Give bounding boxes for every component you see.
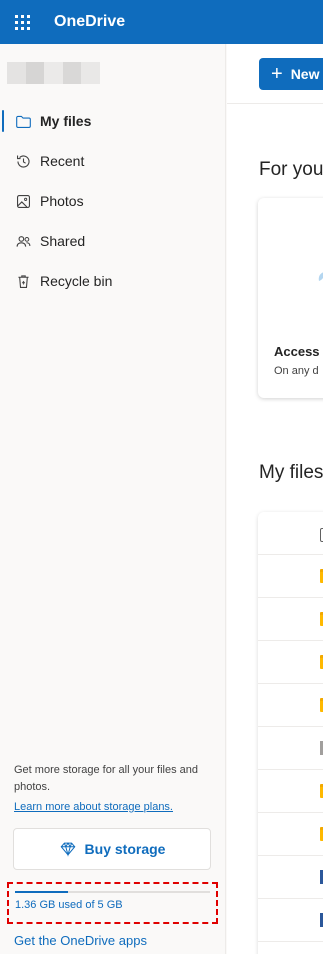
recycle-bin-icon [14, 272, 32, 290]
for-you-heading: For you [259, 159, 323, 180]
buy-storage-button[interactable]: Buy storage [13, 828, 211, 870]
new-button[interactable]: + New [259, 58, 323, 90]
table-row[interactable] [258, 899, 323, 942]
table-row[interactable] [258, 727, 323, 770]
table-row[interactable] [258, 684, 323, 727]
table-row[interactable] [258, 856, 323, 899]
my-files-heading: My files [259, 462, 323, 483]
plus-icon: + [271, 63, 283, 85]
diamond-icon [60, 842, 75, 857]
storage-usage[interactable]: 1.36 GB used of 5 GB [7, 882, 218, 924]
people-icon [14, 232, 32, 250]
app-title[interactable]: OneDrive [54, 13, 125, 31]
table-header-row [258, 512, 323, 555]
sidebar-item-photos[interactable]: Photos [0, 181, 226, 221]
sidebar-item-my-files[interactable]: My files [0, 101, 226, 141]
storage-plans-link[interactable]: Learn more about storage plans. [14, 799, 214, 816]
card-subtitle: On any d [274, 365, 319, 377]
command-bar: + New [227, 44, 323, 104]
sidebar-item-label: Shared [40, 233, 86, 249]
card-title: Access y [274, 344, 323, 359]
storage-usage-text: 1.36 GB used of 5 GB [15, 899, 123, 911]
table-row[interactable] [258, 770, 323, 813]
get-apps-link[interactable]: Get the OneDrive apps [14, 933, 147, 948]
files-list [258, 512, 323, 954]
for-you-card[interactable]: Access y On any d [258, 198, 323, 398]
table-row[interactable] [258, 813, 323, 856]
storage-usage-fill [15, 891, 69, 893]
sidebar-item-recent[interactable]: Recent [0, 141, 226, 181]
top-bar: OneDrive [0, 0, 323, 44]
storage-usage-bar [15, 891, 210, 893]
image-icon [14, 192, 32, 210]
storage-promo: Get more storage for all your files and … [14, 762, 214, 816]
buy-storage-label: Buy storage [84, 841, 166, 857]
table-row[interactable] [258, 555, 323, 598]
folder-icon [14, 112, 32, 130]
sidebar-item-label: Recycle bin [40, 273, 113, 289]
storage-promo-text: Get more storage for all your files and … [14, 764, 199, 793]
sidebar-item-label: My files [40, 113, 92, 129]
illustration-icon [318, 272, 323, 281]
new-button-label: New [290, 66, 320, 82]
sidebar-item-recycle-bin[interactable]: Recycle bin [0, 261, 226, 301]
app-launcher-icon[interactable] [0, 0, 44, 44]
history-icon [14, 152, 32, 170]
main-content: + New For you Access y On any d My files [227, 44, 323, 954]
sidebar-item-label: Recent [40, 153, 85, 169]
table-row[interactable] [258, 641, 323, 684]
sidebar: My files Recent Photos Shared Recycle bi… [0, 44, 226, 954]
sidebar-item-label: Photos [40, 193, 84, 209]
account-name-blurred [7, 62, 100, 84]
sidebar-nav: My files Recent Photos Shared Recycle bi… [0, 101, 226, 301]
sidebar-item-shared[interactable]: Shared [0, 221, 226, 261]
table-row[interactable] [258, 598, 323, 641]
